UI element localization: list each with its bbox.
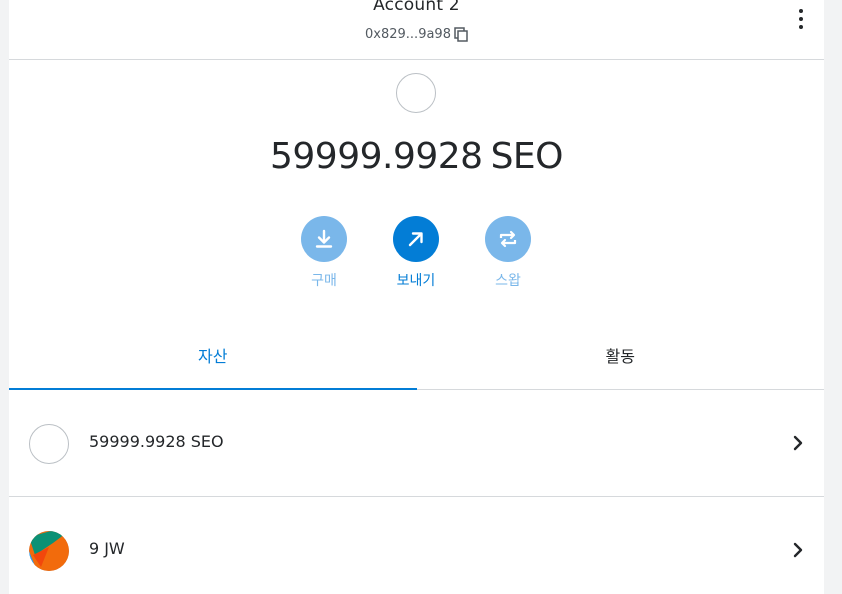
balance-amount: 59999.9928	[269, 136, 483, 177]
asset-activity-tabs: 자산 활동	[9, 320, 824, 390]
asset-ticker: JW	[104, 539, 125, 558]
buy-button[interactable]: 구매	[289, 216, 359, 290]
tab-assets[interactable]: 자산	[9, 320, 417, 390]
send-button[interactable]: 보내기	[381, 216, 451, 290]
asset-balance: 9 JW	[89, 539, 125, 558]
chevron-right-icon	[793, 542, 803, 558]
asset-row-jw[interactable]: 9 JW	[9, 497, 824, 594]
buy-label: 구매	[311, 273, 337, 289]
account-address-row[interactable]: 0x829...9a98	[9, 27, 824, 42]
account-header: Account 2 0x829...9a98	[9, 0, 824, 60]
wallet-panel: Account 2 0x829...9a98 59999.9928 SEO 구매…	[9, 0, 824, 594]
kebab-menu-icon[interactable]	[796, 9, 806, 29]
swap-icon	[485, 216, 531, 262]
copy-icon[interactable]	[454, 27, 468, 42]
account-name[interactable]: Account 2	[9, 0, 824, 15]
asset-row-seo[interactable]: 59999.9928 SEO	[9, 390, 824, 497]
download-icon	[301, 216, 347, 262]
send-label: 보내기	[396, 273, 436, 289]
swap-button[interactable]: 스왑	[473, 216, 543, 290]
asset-ticker: SEO	[190, 432, 224, 451]
token-avatar	[396, 73, 436, 113]
jazzicon-avatar	[29, 531, 69, 571]
swap-label: 스왑	[495, 273, 521, 289]
arrow-up-right-icon	[393, 216, 439, 262]
token-icon	[29, 424, 69, 464]
chevron-right-icon	[793, 435, 803, 451]
balance-ticker: SEO	[490, 136, 564, 177]
asset-amount: 59999.9928	[89, 432, 186, 451]
asset-balance: 59999.9928 SEO	[89, 432, 224, 451]
account-address[interactable]: 0x829...9a98	[365, 27, 451, 42]
asset-amount: 9	[89, 539, 100, 558]
balance-display: 59999.9928 SEO	[9, 136, 824, 177]
tab-activity[interactable]: 활동	[417, 320, 825, 389]
